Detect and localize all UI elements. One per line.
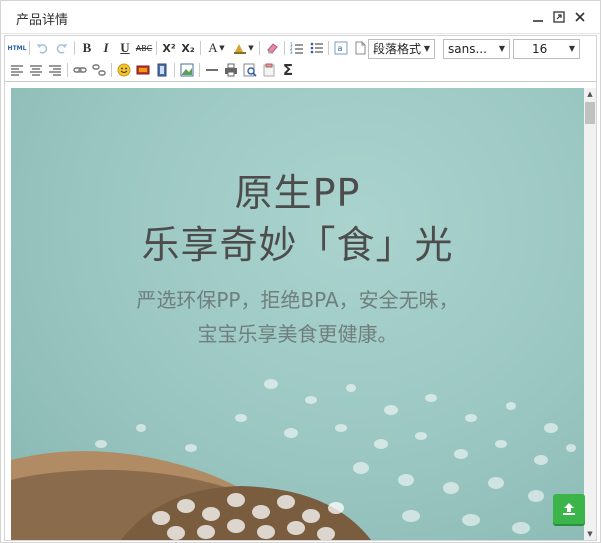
- chevron-down-icon: ▼: [423, 44, 430, 53]
- horizontal-rule-icon[interactable]: [203, 61, 221, 79]
- font-size-select[interactable]: 16 ▼: [513, 39, 580, 59]
- rich-text-editor: HTML B I U ABC X² X₂ A ▼ ▼ 1 2 3 a 段落格式 …: [4, 35, 597, 541]
- upload-button[interactable]: [553, 494, 585, 524]
- banner-headline-line-2: 乐享奇妙「食」光: [141, 223, 454, 267]
- toolbar-separator: [200, 41, 201, 55]
- sigma-formula-button[interactable]: Σ: [279, 61, 297, 79]
- toolbar-separator: [156, 41, 157, 55]
- minimize-icon[interactable]: [530, 9, 546, 25]
- scroll-thumb[interactable]: [585, 102, 595, 124]
- eraser-icon[interactable]: [263, 39, 281, 57]
- banner-subtitle-line-2: 宝宝乐享美食更健康。: [197, 322, 398, 346]
- scroll-down-icon[interactable]: ▼: [584, 528, 596, 540]
- unordered-list-icon[interactable]: [308, 39, 326, 57]
- paste-template-icon[interactable]: [260, 61, 278, 79]
- svg-text:3: 3: [290, 50, 293, 55]
- banner-headline-line-1: 原生PP: [234, 171, 361, 215]
- redo-icon[interactable]: [53, 39, 71, 57]
- product-detail-dialog: 产品详情 HTML B I U ABC X² X₂ A ▼ ▼ 1 2 3 a …: [0, 0, 601, 543]
- font-size-value: 16: [532, 42, 548, 56]
- chevron-down-icon: ▼: [498, 44, 505, 53]
- chevron-down-icon: ▼: [568, 44, 575, 53]
- banner-subtitle-line-1: 严选环保PP，拒绝BPA，安全无味，: [136, 288, 459, 312]
- ordered-list-icon[interactable]: 123: [288, 39, 306, 57]
- font-family-select[interactable]: sans... ▼: [443, 39, 510, 59]
- maximize-icon[interactable]: [551, 9, 567, 25]
- content-scrollbar[interactable]: ▲ ▼: [584, 88, 596, 540]
- plastic-pellets-illustration: [11, 379, 576, 540]
- picture-gallery-icon[interactable]: [178, 61, 196, 79]
- toolbar-separator: [259, 41, 260, 55]
- text-direction-icon[interactable]: a: [332, 39, 350, 57]
- toolbar-row-2: Σ: [5, 59, 596, 82]
- dialog-titlebar: 产品详情: [1, 1, 600, 34]
- video-icon[interactable]: [153, 61, 171, 79]
- align-left-icon[interactable]: [8, 61, 26, 79]
- toolbar-separator: [111, 63, 112, 77]
- toolbar-separator: [284, 41, 285, 55]
- upload-icon: [563, 503, 575, 515]
- html-source-button[interactable]: HTML: [8, 39, 27, 57]
- font-family-value: sans...: [448, 42, 487, 56]
- chevron-down-icon[interactable]: ▼: [247, 39, 255, 57]
- dialog-title: 产品详情: [16, 13, 69, 28]
- paragraph-format-value: 段落格式: [373, 42, 422, 56]
- image-icon[interactable]: [134, 61, 152, 79]
- italic-button[interactable]: I: [97, 39, 115, 57]
- svg-text:a: a: [338, 44, 343, 53]
- link-icon[interactable]: [71, 61, 89, 79]
- print-icon[interactable]: [222, 61, 240, 79]
- editor-content-area[interactable]: 原生PP 乐享奇妙「食」光 严选环保PP，拒绝BPA，安全无味， 宝宝乐享美食更…: [11, 88, 584, 540]
- scroll-up-icon[interactable]: ▲: [584, 88, 596, 100]
- toolbar-separator: [74, 41, 75, 55]
- bold-button[interactable]: B: [78, 39, 96, 57]
- strikethrough-button[interactable]: ABC: [134, 39, 154, 57]
- toolbar-separator: [199, 63, 200, 77]
- unlink-icon[interactable]: [90, 61, 108, 79]
- paragraph-format-select[interactable]: 段落格式 ▼: [368, 39, 435, 59]
- align-right-icon[interactable]: [46, 61, 64, 79]
- toolbar-separator: [29, 41, 30, 55]
- subscript-button[interactable]: X₂: [179, 39, 197, 57]
- align-center-icon[interactable]: [27, 61, 45, 79]
- chevron-down-icon[interactable]: ▼: [218, 39, 226, 57]
- preview-icon[interactable]: [241, 61, 259, 79]
- close-icon[interactable]: [572, 9, 588, 25]
- toolbar-separator: [174, 63, 175, 77]
- toolbar-row-1: HTML B I U ABC X² X₂ A ▼ ▼ 1 2 3 a 段落格式 …: [5, 37, 596, 60]
- toolbar-separator: [67, 63, 68, 77]
- toolbar-separator: [328, 41, 329, 55]
- undo-icon[interactable]: [33, 39, 51, 57]
- underline-button[interactable]: U: [116, 39, 134, 57]
- product-banner-image: [11, 88, 584, 540]
- new-document-icon[interactable]: [351, 39, 369, 57]
- editor-toolbar: HTML B I U ABC X² X₂ A ▼ ▼ 1 2 3 a 段落格式 …: [5, 36, 596, 82]
- superscript-button[interactable]: X²: [160, 39, 178, 57]
- emoticon-icon[interactable]: [115, 61, 133, 79]
